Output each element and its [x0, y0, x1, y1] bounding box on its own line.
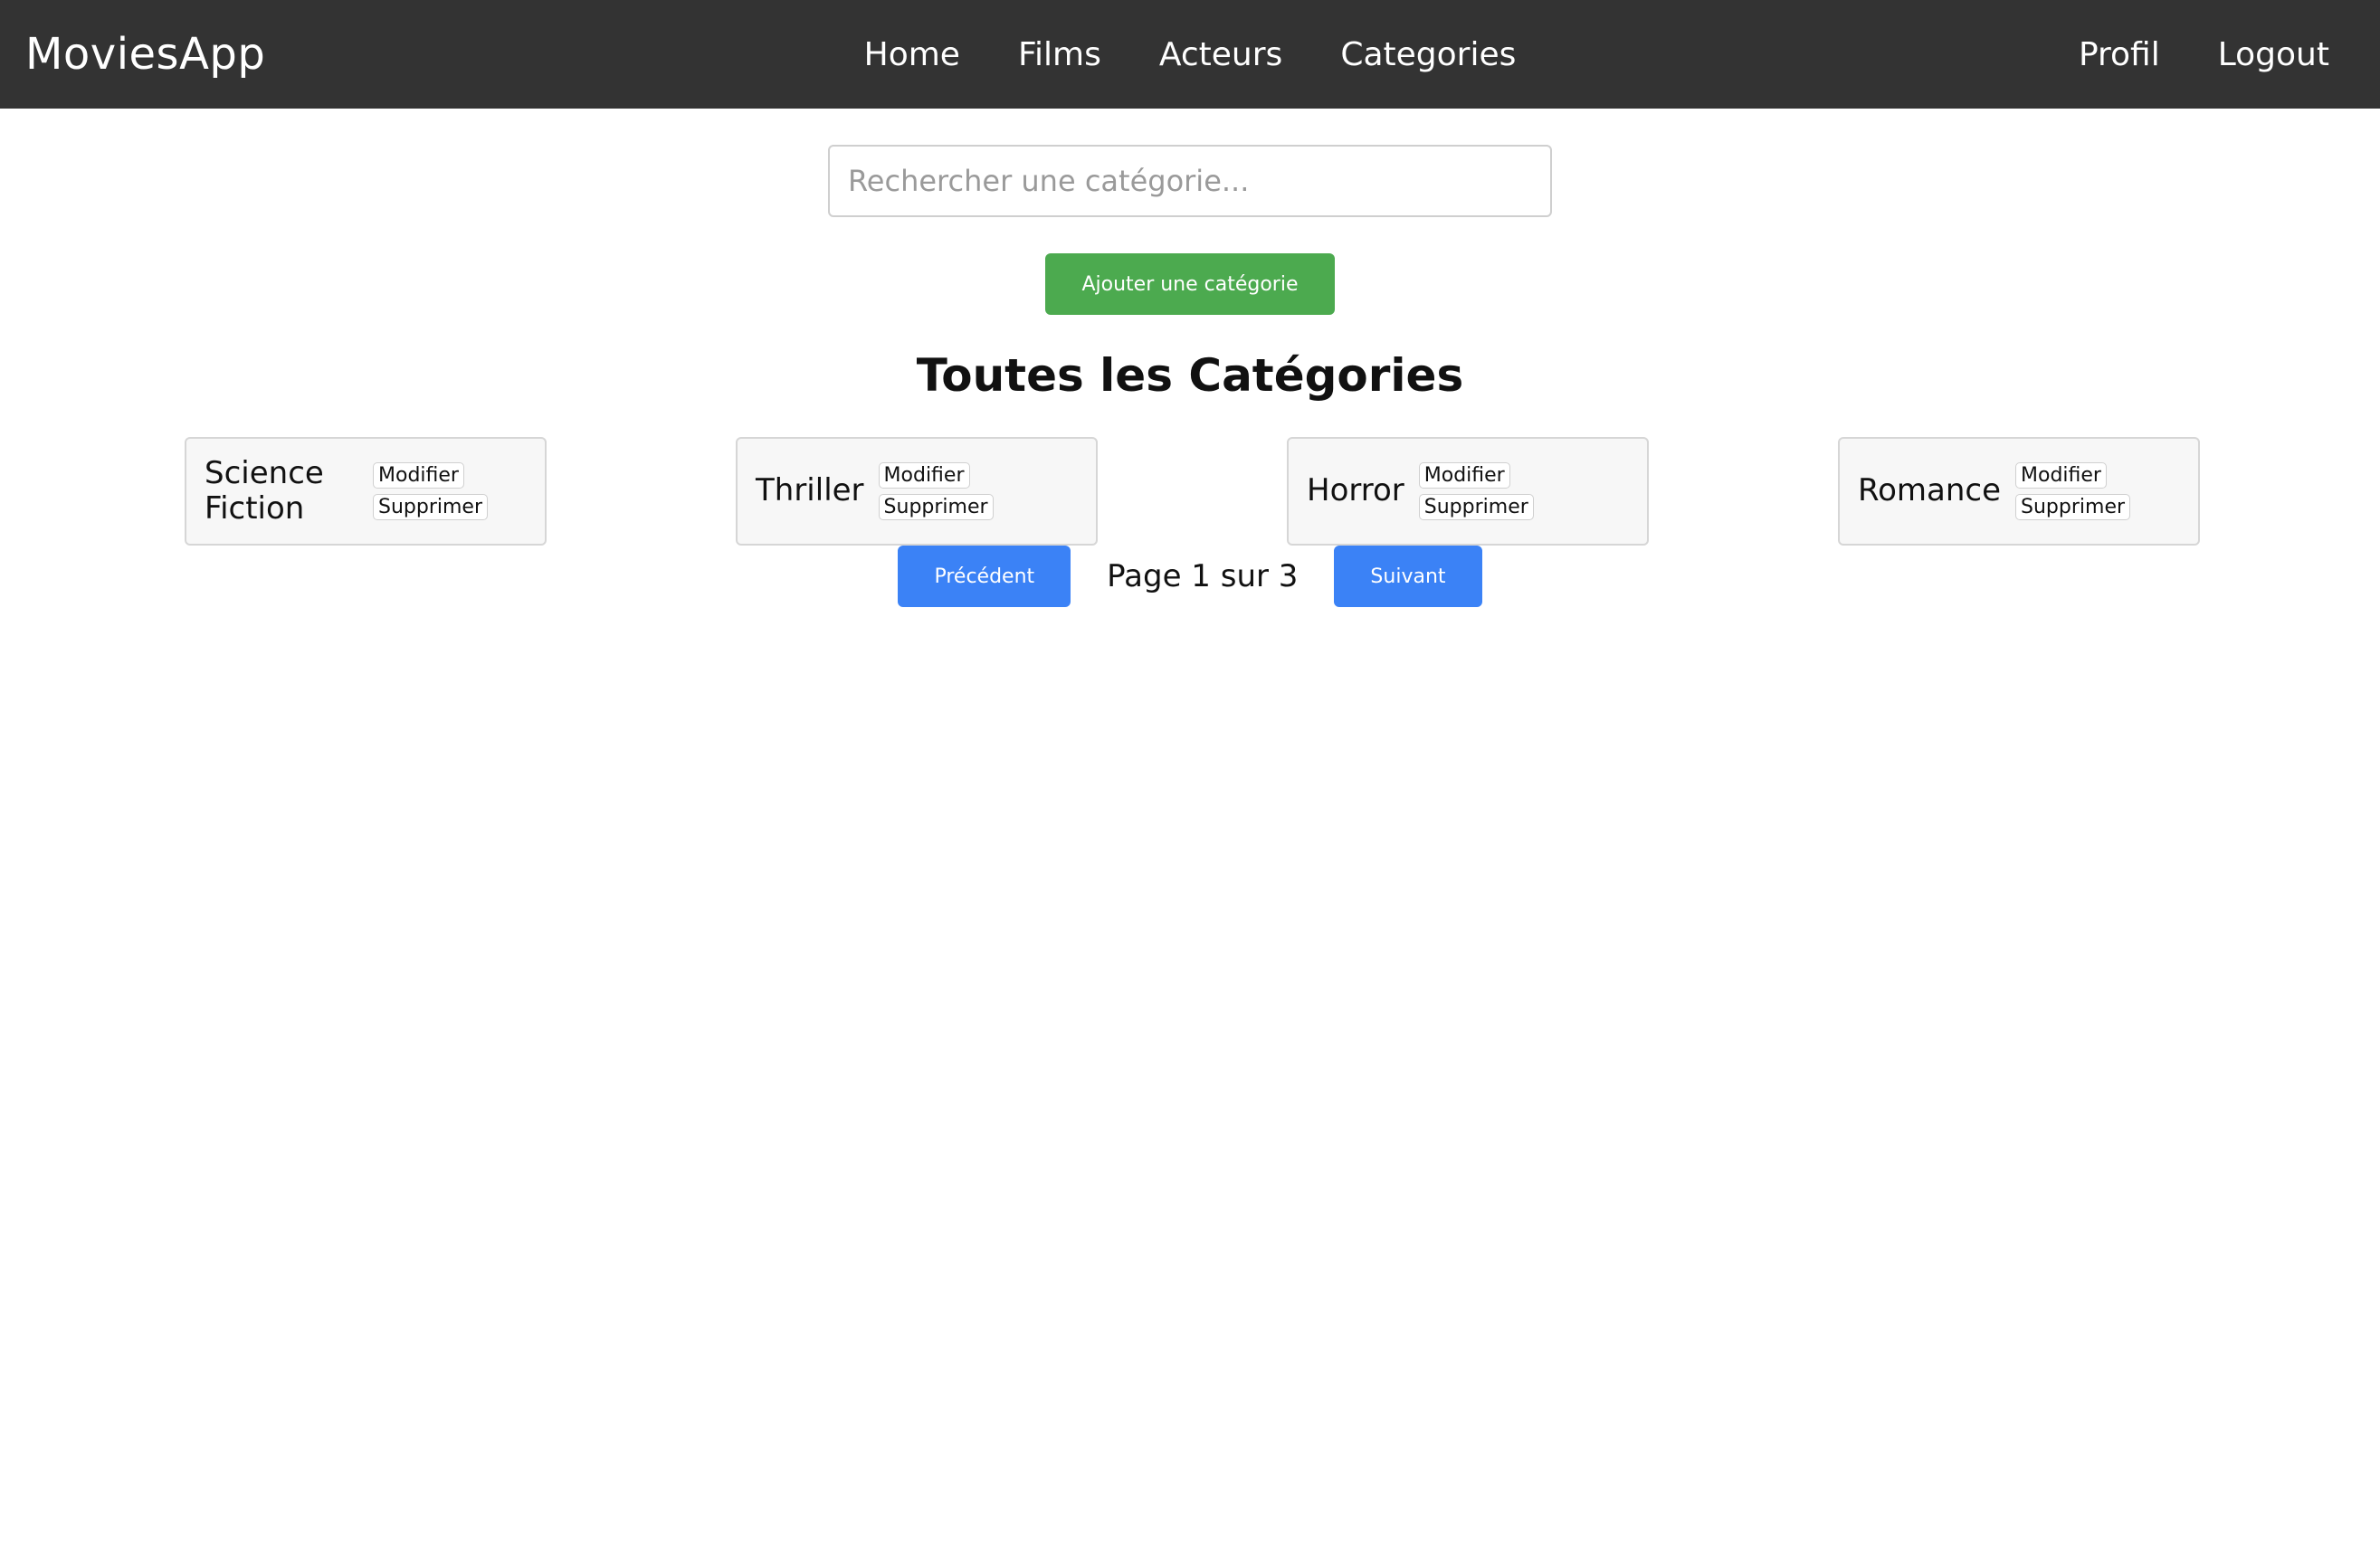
category-card: Horror Modifier Supprimer: [1287, 437, 1649, 546]
delete-category-button[interactable]: Supprimer: [878, 494, 994, 520]
category-actions: Modifier Supprimer: [1418, 462, 1534, 520]
nav-home[interactable]: Home: [864, 36, 960, 73]
add-category-button[interactable]: Ajouter une catégorie: [1045, 253, 1335, 315]
category-name: Thriller: [756, 472, 864, 509]
previous-page-button[interactable]: Précédent: [898, 546, 1071, 607]
edit-category-button[interactable]: Modifier: [878, 462, 970, 489]
category-card: Thriller Modifier Supprimer: [736, 437, 1098, 546]
delete-category-button[interactable]: Supprimer: [2015, 494, 2131, 520]
delete-category-button[interactable]: Supprimer: [373, 494, 489, 520]
category-actions: Modifier Supprimer: [373, 462, 489, 520]
edit-category-button[interactable]: Modifier: [373, 462, 464, 489]
page-indicator: Page 1 sur 3: [1107, 558, 1299, 594]
category-card: Romance Modifier Supprimer: [1838, 437, 2200, 546]
edit-category-button[interactable]: Modifier: [2015, 462, 2107, 489]
category-name: Horror: [1307, 472, 1404, 509]
category-actions: Modifier Supprimer: [878, 462, 994, 520]
pagination: Précédent Page 1 sur 3 Suivant: [898, 546, 1482, 607]
next-page-button[interactable]: Suivant: [1334, 546, 1482, 607]
nav-profil[interactable]: Profil: [2079, 36, 2160, 73]
main-content: Ajouter une catégorie Toutes les Catégor…: [0, 109, 2380, 607]
user-nav: Profil Logout: [2079, 36, 2355, 73]
edit-category-button[interactable]: Modifier: [1418, 462, 1510, 489]
brand-logo[interactable]: MoviesApp: [25, 29, 265, 80]
nav-categories[interactable]: Categories: [1340, 36, 1516, 73]
category-actions: Modifier Supprimer: [2015, 462, 2131, 520]
category-search-input[interactable]: [828, 145, 1552, 217]
main-nav: Home Films Acteurs Categories: [864, 36, 1517, 73]
category-name: Science Fiction: [205, 454, 324, 527]
category-card: Science Fiction Modifier Supprimer: [185, 437, 547, 546]
nav-logout[interactable]: Logout: [2218, 36, 2329, 73]
delete-category-button[interactable]: Supprimer: [1418, 494, 1534, 520]
nav-films[interactable]: Films: [1018, 36, 1101, 73]
nav-acteurs[interactable]: Acteurs: [1159, 36, 1282, 73]
category-list: Science Fiction Modifier Supprimer Thril…: [0, 437, 2380, 546]
top-navbar: MoviesApp Home Films Acteurs Categories …: [0, 0, 2380, 109]
page-title: Toutes les Catégories: [916, 349, 1464, 402]
category-name: Romance: [1858, 472, 2002, 509]
